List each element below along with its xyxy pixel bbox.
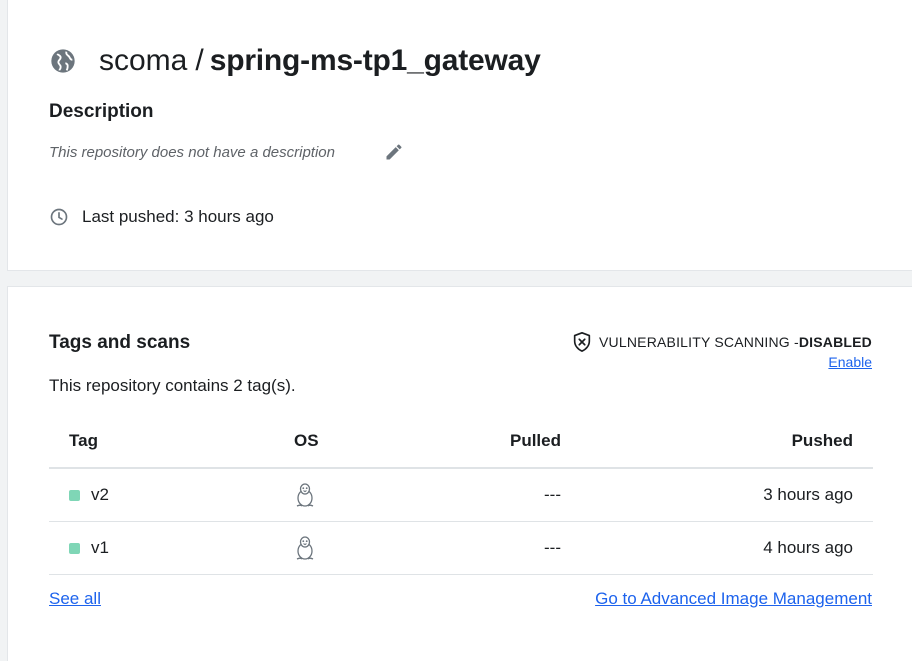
page-title: scoma / spring-ms-tp1_gateway [99,43,541,79]
tag-status-dot [69,489,80,501]
tag-name[interactable]: v2 [91,485,109,505]
tags-table: Tag OS Pulled Pushed v2 --- 3 hours ago … [49,415,873,575]
vulnerability-scanning-status: VULNERABILITY SCANNING - DISABLED [571,331,872,353]
vulnerability-label: VULNERABILITY SCANNING - [599,334,799,350]
table-header: Tag OS Pulled Pushed [49,415,873,469]
repo-separator: / [195,44,204,77]
linux-icon [296,483,314,507]
pushed-cell: 4 hours ago [763,538,853,557]
shield-x-icon [573,332,591,352]
pulled-cell: --- [544,485,561,504]
pencil-icon[interactable] [384,142,404,162]
column-header-os: OS [294,431,319,450]
globe-icon [51,49,75,73]
description-text: This repository does not have a descript… [49,144,335,161]
pushed-cell: 3 hours ago [763,485,853,504]
linux-icon [296,536,314,560]
tags-and-scans-card: Tags and scans VULNERABILITY SCANNING - … [7,286,912,661]
column-header-pushed[interactable]: Pushed [561,431,873,451]
tags-heading: Tags and scans [49,332,191,353]
tag-status-dot [69,542,80,554]
vulnerability-status: DISABLED [798,334,872,350]
advanced-image-management-link[interactable]: Go to Advanced Image Management [595,589,872,609]
see-all-link[interactable]: See all [49,589,101,609]
column-header-tag[interactable]: Tag [49,431,264,451]
column-header-pulled[interactable]: Pulled [404,431,561,451]
tag-name[interactable]: v1 [91,538,109,558]
repo-namespace[interactable]: scoma [99,44,187,77]
os-cell [264,482,404,508]
last-pushed-text: Last pushed: 3 hours ago [82,207,274,226]
tag-cell: v1 [49,538,264,558]
table-row: v1 --- 4 hours ago [49,522,873,575]
repository-info-card: scoma / spring-ms-tp1_gateway Description … [7,0,912,271]
table-row: v2 --- 3 hours ago [49,469,873,522]
last-pushed: Last pushed: 3 hours ago [49,206,274,228]
pulled-cell: --- [544,538,561,557]
tag-cell: v2 [49,485,264,505]
clock-icon [50,208,68,226]
repo-header: scoma / spring-ms-tp1_gateway [49,43,541,79]
description-heading: Description [49,101,154,122]
os-cell [264,535,404,561]
tag-count-text: This repository contains 2 tag(s). [49,376,296,395]
repo-name: spring-ms-tp1_gateway [209,44,541,77]
enable-scanning-link[interactable]: Enable [828,354,872,370]
